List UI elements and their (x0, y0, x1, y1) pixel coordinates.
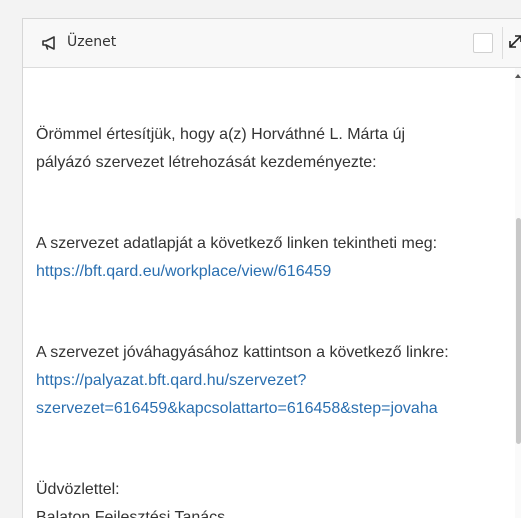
signature: Balaton Fejlesztési Tanács (36, 509, 226, 518)
message-panel: Üzenet Örömmel értesítjük, hogy a(z) Hor… (22, 18, 521, 518)
scrollbar[interactable] (515, 68, 521, 518)
intro-line-1: Örömmel értesítjük, hogy a(z) Horváthné … (36, 126, 406, 143)
scrollbar-thumb[interactable] (516, 218, 521, 444)
intro-line-2: pályázó szervezet létrehozását kezdemény… (36, 154, 377, 171)
select-checkbox[interactable] (473, 33, 493, 53)
profile-text: A szervezet adatlapját a következő linke… (36, 235, 438, 252)
panel-title: Üzenet (67, 34, 117, 50)
approve-text: A szervezet jóváhagyásához kattintson a … (36, 344, 449, 361)
megaphone-icon (42, 36, 55, 50)
scroll-up-arrow-icon[interactable] (515, 74, 521, 78)
panel-header: Üzenet (23, 19, 521, 68)
greeting: Üdvözlettel: (36, 481, 120, 498)
approve-link-line-1[interactable]: https://palyazat.bft.qard.hu/szervezet? (36, 367, 306, 395)
expand-icon[interactable] (509, 35, 521, 48)
message-body: Örömmel értesítjük, hogy a(z) Horváthné … (23, 68, 521, 518)
approve-link-line-2[interactable]: szervezet=616459&kapcsolattarto=616458&s… (36, 395, 438, 423)
profile-link[interactable]: https://bft.qard.eu/workplace/view/61645… (36, 258, 331, 286)
header-divider (502, 27, 503, 59)
